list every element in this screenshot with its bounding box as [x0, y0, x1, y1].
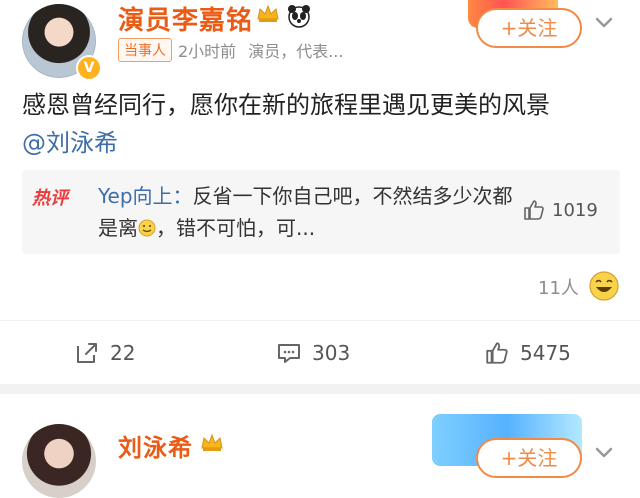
forward-count: 22 [110, 341, 136, 365]
post-divider [0, 384, 640, 394]
crown-icon [257, 4, 279, 22]
comment-button[interactable]: 303 [276, 340, 350, 366]
user-description: 演员，代表... [248, 42, 344, 61]
comment-icon [278, 344, 300, 363]
hot-comment-label: 热评 [32, 188, 68, 209]
follow-button[interactable]: +关注 [476, 438, 582, 478]
post-time: 2小时前 [178, 42, 237, 61]
weibo-post: V 演员李嘉铭 +关注 当事人 2小时前 演员，代表... 感恩曾经同行，愿你在… [0, 0, 640, 384]
like-button[interactable]: 5475 [484, 340, 571, 366]
mention-link[interactable]: @刘泳希 [22, 124, 622, 162]
smile-icon [138, 219, 156, 237]
comment-count: 303 [312, 341, 351, 365]
post-content: 感恩曾经同行，愿你在新的旅程里遇见更美的风景 @刘泳希 [22, 86, 622, 162]
verified-badge-icon: V [76, 55, 102, 81]
liker-count[interactable]: 11人 [538, 274, 579, 300]
like-icon [486, 342, 508, 364]
crown-icon [201, 433, 223, 451]
panda-icon [288, 5, 310, 28]
like-count: 5475 [520, 341, 571, 365]
laugh-emoji-icon [589, 271, 619, 301]
post-username[interactable]: 演员李嘉铭 [118, 0, 253, 37]
hot-comment[interactable]: 热评 Yep向上：反省一下你自己吧，不然结多少次都是离 ，错不可怕，可... 1… [22, 170, 620, 254]
comment-user[interactable]: Yep向上： [98, 184, 193, 208]
post-username[interactable]: 刘泳希 [118, 428, 193, 463]
comment-like-count: 1019 [552, 199, 598, 221]
chevron-down-icon[interactable] [592, 10, 616, 34]
action-bar: 22 303 5475 [0, 320, 640, 385]
weibo-post-2: 刘泳希 +关注 [0, 394, 640, 498]
forward-icon [77, 343, 97, 363]
forward-button[interactable]: 22 [74, 340, 135, 366]
thumbs-up-icon [524, 200, 544, 220]
hot-comment-text: Yep向上：反省一下你自己吧，不然结多少次都是离 ，错不可怕，可... [98, 180, 528, 244]
post-meta: 当事人 2小时前 演员，代表... [118, 38, 343, 62]
follow-button[interactable]: +关注 [476, 8, 582, 48]
post-text: 感恩曾经同行，愿你在新的旅程里遇见更美的风景 [22, 91, 550, 119]
chevron-down-icon[interactable] [592, 440, 616, 464]
comment-like[interactable]: 1019 [522, 198, 598, 222]
party-tag: 当事人 [118, 38, 172, 62]
avatar[interactable] [22, 424, 96, 498]
comment-text-2: ，错不可怕，可... [156, 216, 316, 240]
